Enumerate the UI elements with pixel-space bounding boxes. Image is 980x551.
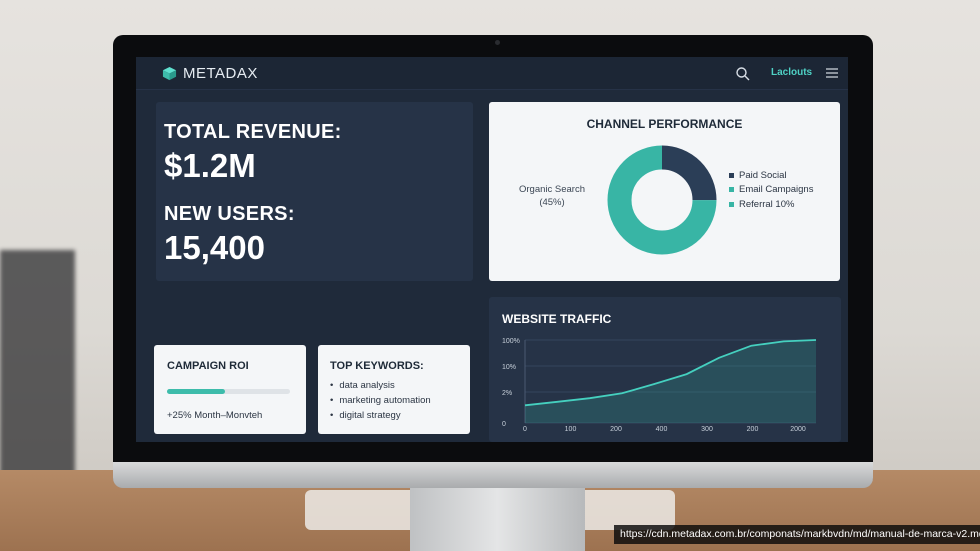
legend-item-email-campaigns: Email Campaigns bbox=[729, 183, 813, 198]
hamburger-menu-icon[interactable] bbox=[826, 67, 838, 79]
app-name: METADAX bbox=[183, 65, 258, 82]
channel-donut-chart bbox=[607, 145, 717, 255]
roi-progress-bar bbox=[167, 389, 290, 394]
x-tick-label: 400 bbox=[656, 426, 668, 433]
top-navbar: METADAX Laclouts bbox=[136, 57, 848, 90]
channel-legend: Paid Social Email Campaigns Referral 10% bbox=[729, 168, 813, 212]
top-nav-link[interactable]: Laclouts bbox=[771, 67, 812, 78]
monitor-chin bbox=[113, 462, 873, 488]
campaign-roi-title: CAMPAIGN ROI bbox=[167, 360, 249, 372]
campaign-roi-card: CAMPAIGN ROI +25% Month–Monvteh bbox=[154, 345, 306, 434]
keyword-item: digital strategy bbox=[330, 410, 431, 425]
x-tick-label: 100 bbox=[565, 426, 577, 433]
website-traffic-chart: 100% 10% 2% 0 0 100 200 400 300 200 2000 bbox=[502, 338, 817, 433]
total-revenue-label: TOTAL REVENUE: bbox=[164, 121, 342, 143]
keyword-item: data analysis bbox=[330, 380, 431, 395]
monitor-stand bbox=[410, 478, 585, 551]
channel-performance-title: CHANNEL PERFORMANCE bbox=[586, 117, 743, 131]
legend-label: Email Campaigns bbox=[739, 184, 814, 196]
webcam bbox=[495, 40, 500, 45]
x-tick-label: 300 bbox=[701, 426, 713, 433]
brand-logo[interactable]: METADAX bbox=[162, 65, 258, 82]
kpi-card: TOTAL REVENUE: $1.2M NEW USERS: 15,400 bbox=[156, 102, 473, 281]
keyword-item: marketing automation bbox=[330, 395, 430, 410]
roi-progress-fill bbox=[167, 389, 225, 394]
channel-performance-card: CHANNEL PERFORMANCE Organic Search (45%)… bbox=[489, 102, 840, 281]
dashboard-screen: METADAX Laclouts TOTAL REVENUE: $1.2M NE… bbox=[136, 57, 848, 442]
x-tick-label: 200 bbox=[610, 426, 622, 433]
x-tick-label: 200 bbox=[747, 426, 759, 433]
keyword-list: data analysis marketing automation digit… bbox=[330, 380, 431, 425]
y-tick-label: 10% bbox=[502, 364, 516, 371]
search-icon[interactable] bbox=[735, 66, 751, 82]
legend-swatch bbox=[729, 201, 734, 207]
legend-item-paid-social: Paid Social bbox=[729, 168, 813, 183]
logo-cube-icon bbox=[162, 66, 177, 81]
legend-swatch bbox=[729, 172, 734, 178]
legend-label: Paid Social bbox=[739, 169, 787, 181]
legend-label: Referral 10% bbox=[739, 198, 795, 210]
y-tick-label: 0 bbox=[502, 421, 506, 428]
legend-swatch bbox=[729, 187, 734, 193]
new-users-label: NEW USERS: bbox=[164, 203, 295, 225]
traffic-area bbox=[525, 340, 816, 423]
top-keywords-card: TOP KEYWORDS: data analysis marketing au… bbox=[318, 345, 470, 434]
organic-search-pct: (45%) bbox=[539, 197, 565, 208]
y-tick-label: 2% bbox=[502, 390, 512, 397]
y-tick-label: 100% bbox=[502, 338, 520, 345]
organic-search-name: Organic Search bbox=[519, 184, 586, 195]
background-shelf bbox=[0, 250, 75, 480]
organic-search-label: Organic Search (45%) bbox=[519, 183, 585, 209]
total-revenue-value: $1.2M bbox=[164, 147, 256, 184]
x-tick-label: 2000 bbox=[790, 426, 806, 433]
website-traffic-card: WEBSITE TRAFFIC 100% 10% 2% 0 0 100 200 400 300 2… bbox=[489, 297, 841, 442]
x-tick-label: 0 bbox=[523, 426, 527, 433]
roi-change-note: +25% Month–Monvteh bbox=[167, 410, 263, 421]
new-users-value: 15,400 bbox=[164, 229, 265, 266]
top-keywords-title: TOP KEYWORDS: bbox=[330, 360, 424, 372]
legend-item-referral: Referral 10% bbox=[729, 197, 813, 212]
source-url-overlay: https://cdn.metadax.com.br/componats/mar… bbox=[614, 525, 980, 544]
